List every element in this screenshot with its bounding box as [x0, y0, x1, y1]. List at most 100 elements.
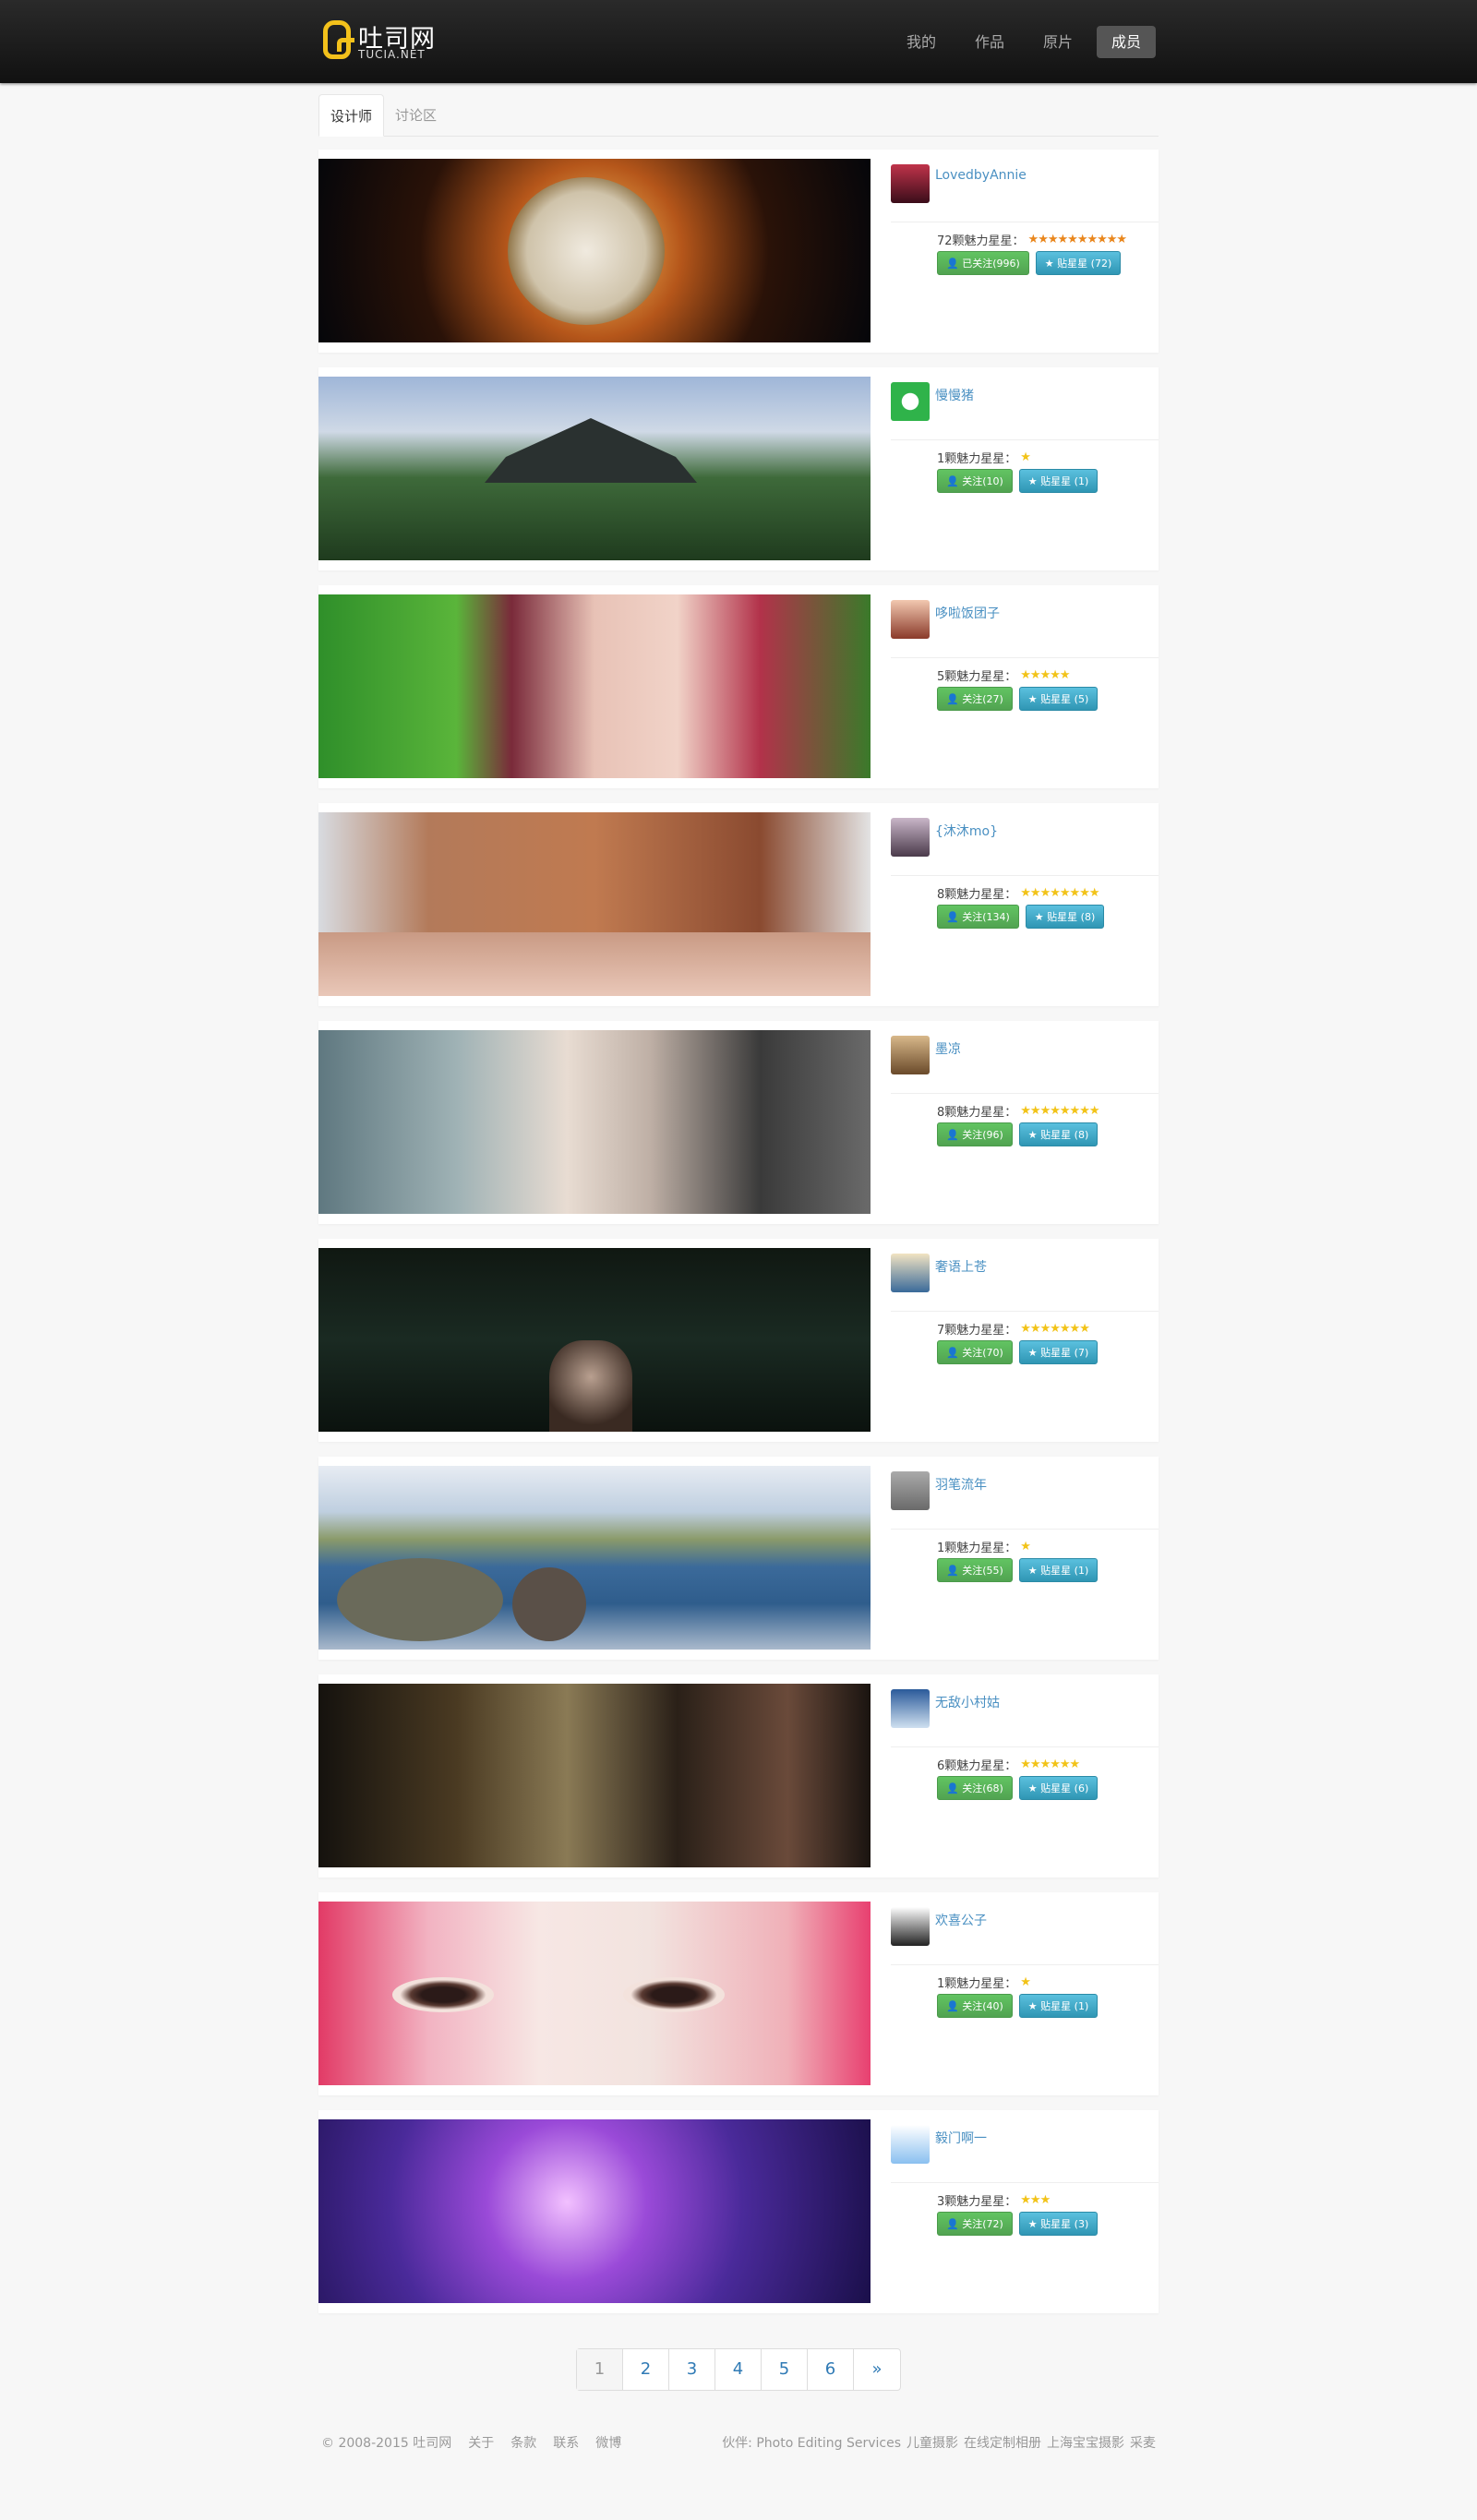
follow-button[interactable]: 👤 关注(72) — [937, 2212, 1013, 2236]
star-icon: ★ — [1020, 450, 1031, 464]
page-2[interactable]: 2 — [623, 2349, 669, 2390]
star-icon: ★ — [1027, 475, 1041, 487]
partner-kids-photo[interactable]: 儿童摄影 — [907, 2433, 958, 2452]
charm-stars: 8颗魅力星星： ★★★★★★★★ — [937, 884, 1100, 902]
avatar[interactable] — [891, 2125, 930, 2164]
page-3[interactable]: 3 — [669, 2349, 715, 2390]
partner-album[interactable]: 在线定制相册 — [964, 2433, 1041, 2452]
avatar[interactable] — [891, 382, 930, 421]
member-name[interactable]: 羽笔流年 — [935, 1475, 987, 1494]
charm-stars: 72颗魅力星星： ★★★★★★★★★★ — [937, 231, 1128, 248]
star-icon: ★★★★★★★★ — [1020, 1104, 1099, 1118]
give-star-button[interactable]: ★ 贴星星 (5) — [1018, 687, 1099, 711]
next-page-button[interactable]: » — [854, 2349, 900, 2390]
member-banner-image[interactable] — [318, 1466, 871, 1650]
top-navbar: 吐司网 TUCIA.NET 我的 作品 原片 成员 — [0, 0, 1477, 83]
footer-link-about[interactable]: 关于 — [468, 2433, 494, 2452]
charm-stars: 3颗魅力星星： ★★★ — [937, 2191, 1051, 2209]
give-star-label: 贴星星 (1) — [1040, 2000, 1089, 2012]
member-name[interactable]: 奢语上苍 — [935, 1257, 987, 1276]
site-logo[interactable]: 吐司网 TUCIA.NET — [323, 18, 443, 65]
user-icon: 👤 — [946, 1129, 963, 1141]
follow-button[interactable]: 👤 关注(70) — [937, 1340, 1013, 1364]
member-name[interactable]: 无敌小村姑 — [935, 1693, 1000, 1711]
member-name[interactable]: 欢喜公子 — [935, 1911, 987, 1929]
member-name[interactable]: 墨凉 — [935, 1039, 961, 1058]
footer-link-contact[interactable]: 联系 — [553, 2433, 579, 2452]
page-5[interactable]: 5 — [762, 2349, 808, 2390]
give-star-button[interactable]: ★ 贴星星 (1) — [1018, 469, 1099, 493]
follow-button[interactable]: 👤 关注(10) — [937, 469, 1013, 493]
nav-works[interactable]: 作品 — [960, 26, 1019, 58]
member-info: 欢喜公子 1颗魅力星星： ★ 👤 关注(40) ★ 贴星星 (1) — [891, 1892, 1159, 2095]
member-banner-image[interactable] — [318, 2119, 871, 2303]
give-star-button[interactable]: ★ 贴星星 (3) — [1018, 2212, 1099, 2236]
avatar[interactable] — [891, 600, 930, 639]
member-banner-image[interactable] — [318, 1684, 871, 1867]
tab-discussion[interactable]: 讨论区 — [384, 94, 448, 137]
give-star-label: 贴星星 (72) — [1057, 258, 1112, 270]
member-banner-image[interactable] — [318, 812, 871, 996]
follow-button[interactable]: 👤 关注(134) — [937, 905, 1019, 929]
member-info: LovedbyAnnie 72颗魅力星星： ★★★★★★★★★★ 👤 已关注(996)… — [891, 150, 1159, 353]
tab-designers[interactable]: 设计师 — [318, 94, 385, 137]
avatar[interactable] — [891, 1471, 930, 1510]
give-star-button[interactable]: ★ 贴星星 (72) — [1035, 251, 1122, 275]
member-banner-image[interactable] — [318, 377, 871, 560]
partner-baby-photo[interactable]: 上海宝宝摄影 — [1047, 2433, 1124, 2452]
give-star-label: 贴星星 (8) — [1047, 911, 1096, 923]
member-name[interactable]: 哆啦饭团子 — [935, 604, 1000, 622]
give-star-button[interactable]: ★ 贴星星 (8) — [1018, 1122, 1099, 1146]
give-star-button[interactable]: ★ 贴星星 (6) — [1018, 1776, 1099, 1800]
page-4[interactable]: 4 — [715, 2349, 762, 2390]
give-star-button[interactable]: ★ 贴星星 (1) — [1018, 1558, 1099, 1582]
follow-button[interactable]: 👤 关注(68) — [937, 1776, 1013, 1800]
avatar[interactable] — [891, 1036, 930, 1074]
nav-members[interactable]: 成员 — [1096, 26, 1156, 58]
page-6[interactable]: 6 — [808, 2349, 854, 2390]
avatar[interactable] — [891, 1907, 930, 1946]
divider — [891, 1746, 1159, 1747]
member-banner-image[interactable] — [318, 159, 871, 342]
star-icon: ★★★★★★★★★★ — [1027, 233, 1128, 246]
member-name[interactable]: {沐沐mo} — [935, 822, 998, 840]
charm-label: 1颗魅力星星： — [937, 452, 1017, 466]
follow-button[interactable]: 👤 关注(27) — [937, 687, 1013, 711]
star-icon: ★ — [1027, 1129, 1041, 1141]
member-card: {沐沐mo} 8颗魅力星星： ★★★★★★★★ 👤 关注(134) ★ 贴星星 (8) — [318, 803, 1159, 1006]
member-name[interactable]: LovedbyAnnie — [935, 168, 1027, 183]
page-1[interactable]: 1 — [577, 2349, 623, 2390]
member-card: 毅门啊一 3颗魅力星星： ★★★ 👤 关注(72) ★ 贴星星 (3) — [318, 2110, 1159, 2313]
member-banner-image[interactable] — [318, 1902, 871, 2085]
give-star-button[interactable]: ★ 贴星星 (8) — [1025, 905, 1105, 929]
nav-mine[interactable]: 我的 — [892, 26, 951, 58]
follow-button[interactable]: 👤 关注(55) — [937, 1558, 1013, 1582]
follow-label: 关注(96) — [962, 1129, 1003, 1141]
user-icon: 👤 — [946, 2000, 963, 2012]
member-name[interactable]: 毅门啊一 — [935, 2129, 987, 2147]
follow-button[interactable]: 👤 关注(96) — [937, 1122, 1013, 1146]
charm-stars: 5颗魅力星星： ★★★★★ — [937, 666, 1071, 684]
footer-link-terms[interactable]: 条款 — [510, 2433, 536, 2452]
user-icon: 👤 — [946, 1347, 963, 1359]
give-star-button[interactable]: ★ 贴星星 (1) — [1018, 1994, 1099, 2018]
avatar[interactable] — [891, 1254, 930, 1292]
star-icon: ★ — [1027, 1565, 1041, 1577]
member-name[interactable]: 慢慢猪 — [935, 386, 974, 404]
avatar[interactable] — [891, 164, 930, 203]
star-icon: ★ — [1027, 1347, 1041, 1359]
partner-photo-editing[interactable]: 伙伴: Photo Editing Services — [722, 2433, 901, 2452]
nav-originals[interactable]: 原片 — [1028, 26, 1087, 58]
member-card: LovedbyAnnie 72颗魅力星星： ★★★★★★★★★★ 👤 已关注(996)… — [318, 150, 1159, 353]
avatar[interactable] — [891, 1689, 930, 1728]
member-banner-image[interactable] — [318, 1030, 871, 1214]
charm-label: 8颗魅力星星： — [937, 888, 1017, 902]
give-star-button[interactable]: ★ 贴星星 (7) — [1018, 1340, 1099, 1364]
follow-button[interactable]: 👤 关注(40) — [937, 1994, 1013, 2018]
member-banner-image[interactable] — [318, 594, 871, 778]
member-banner-image[interactable] — [318, 1248, 871, 1432]
avatar[interactable] — [891, 818, 930, 857]
follow-button[interactable]: 👤 已关注(996) — [937, 251, 1029, 275]
partner-caimai[interactable]: 采麦 — [1130, 2433, 1156, 2452]
footer-link-weibo[interactable]: 微博 — [595, 2433, 621, 2452]
